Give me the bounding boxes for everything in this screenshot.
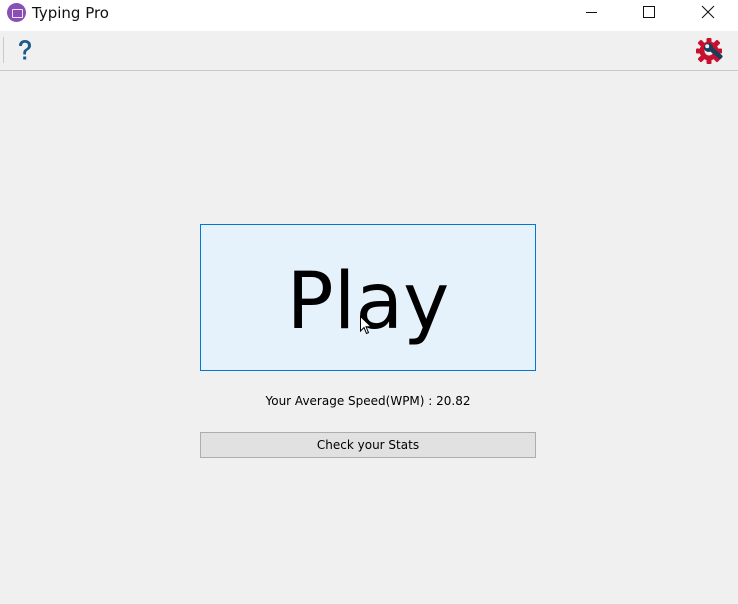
maximize-button[interactable] [626,0,672,31]
settings-gear-wrench-icon[interactable] [693,36,727,68]
average-speed-label: Your Average Speed(WPM) : 20.82 [265,394,471,408]
play-button-label: Play [286,256,450,347]
title-bar: Typing Pro [0,0,738,31]
toolbar-grip [3,37,4,63]
maximize-icon [643,6,655,18]
check-stats-button[interactable]: Check your Stats [200,432,536,458]
window-title: Typing Pro [32,4,109,22]
minimize-button[interactable] [569,0,615,31]
help-question-icon[interactable] [14,38,36,64]
close-icon [701,5,715,19]
check-stats-button-label: Check your Stats [316,438,420,452]
app-window: Typing Pro Play Your Average Speed(WPM) … [0,0,738,604]
play-button[interactable]: Play [200,224,536,371]
toolbar [0,31,738,71]
app-icon [7,3,26,22]
close-button[interactable] [685,0,731,31]
minimize-icon [586,12,597,13]
